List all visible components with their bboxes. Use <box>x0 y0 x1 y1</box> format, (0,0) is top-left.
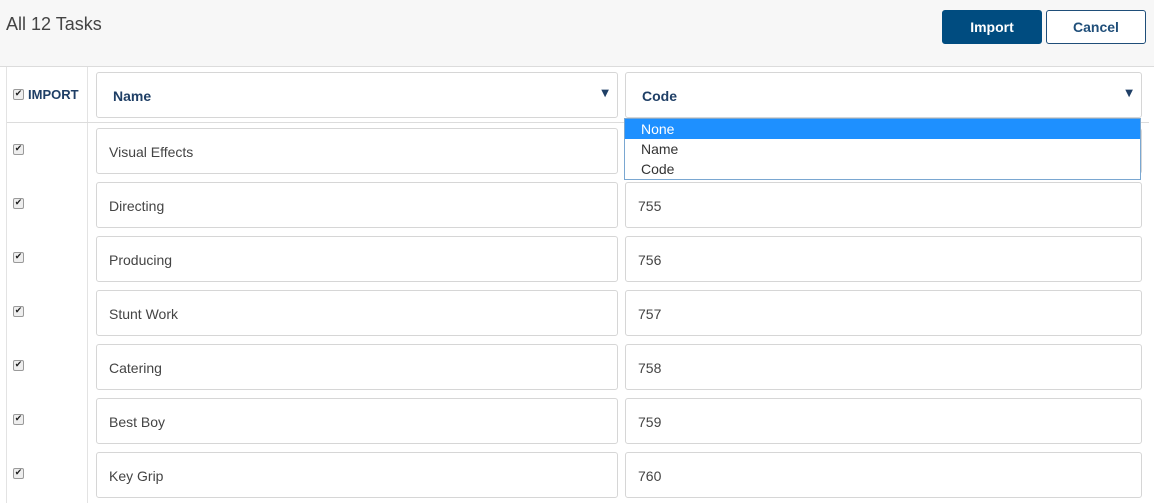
task-code-value: 760 <box>638 468 662 484</box>
dropdown-option-none[interactable]: None <box>625 119 1140 139</box>
check-icon: ✔ <box>14 144 23 154</box>
table-row: ✔ Key Grip 760 <box>7 447 1149 501</box>
task-name-field[interactable]: Stunt Work <box>96 290 618 336</box>
task-code-value: 757 <box>638 306 662 322</box>
table-header: ✔ IMPORT Name ▼ Code ▼ <box>7 67 1149 123</box>
page-title: All 12 Tasks <box>6 14 102 34</box>
task-name-field[interactable]: Best Boy <box>96 398 618 444</box>
code-column-dropdown: None Name Code <box>624 118 1141 180</box>
caret-down-icon: ▼ <box>601 88 609 99</box>
task-code-field[interactable]: 755 <box>625 182 1142 228</box>
task-name-value: Directing <box>109 198 165 214</box>
task-code-field[interactable]: 760 <box>625 452 1142 498</box>
caret-down-icon: ▼ <box>1125 88 1133 99</box>
code-column-select[interactable]: Code ▼ <box>625 72 1142 118</box>
row-checkbox[interactable]: ✔ <box>13 468 24 479</box>
task-name-value: Stunt Work <box>109 306 178 322</box>
row-checkbox[interactable]: ✔ <box>13 198 24 209</box>
task-name-field[interactable]: Visual Effects <box>96 128 618 174</box>
table-row: ✔ Directing 755 <box>7 177 1149 231</box>
task-code-field[interactable]: 758 <box>625 344 1142 390</box>
task-code-field[interactable]: 756 <box>625 236 1142 282</box>
task-name-field[interactable]: Key Grip <box>96 452 618 498</box>
task-name-value: Key Grip <box>109 468 164 484</box>
task-code-value: 756 <box>638 252 662 268</box>
import-button[interactable]: Import <box>942 10 1042 44</box>
row-checkbox[interactable]: ✔ <box>13 252 24 263</box>
check-icon: ✔ <box>14 468 23 478</box>
check-icon: ✔ <box>14 414 23 424</box>
check-icon: ✔ <box>14 360 23 370</box>
name-column-select[interactable]: Name ▼ <box>96 72 618 118</box>
task-code-field[interactable]: 757 <box>625 290 1142 336</box>
row-checkbox[interactable]: ✔ <box>13 360 24 371</box>
task-code-value: 759 <box>638 414 662 430</box>
dropdown-option-code[interactable]: Code <box>625 159 1140 179</box>
task-code-value: 755 <box>638 198 662 214</box>
table-row: ✔ Best Boy 759 <box>7 393 1149 447</box>
select-all-control[interactable]: ✔ IMPORT <box>13 87 79 102</box>
task-code-value: 758 <box>638 360 662 376</box>
toolbar: All 12 Tasks Import Cancel <box>0 0 1154 67</box>
task-name-field[interactable]: Directing <box>96 182 618 228</box>
table-row: ✔ Producing 756 <box>7 231 1149 285</box>
dropdown-option-name[interactable]: Name <box>625 139 1140 159</box>
check-icon: ✔ <box>14 252 23 262</box>
check-icon: ✔ <box>14 89 23 99</box>
task-name-value: Best Boy <box>109 414 166 430</box>
table-row: ✔ Stunt Work 757 <box>7 285 1149 339</box>
task-name-value: Catering <box>109 360 162 376</box>
row-checkbox[interactable]: ✔ <box>13 306 24 317</box>
task-name-field[interactable]: Catering <box>96 344 618 390</box>
task-name-value: Visual Effects <box>109 144 194 160</box>
select-all-checkbox[interactable]: ✔ <box>13 89 24 100</box>
row-checkbox[interactable]: ✔ <box>13 144 24 155</box>
task-name-value: Producing <box>109 252 173 268</box>
task-code-field[interactable]: 759 <box>625 398 1142 444</box>
code-column-select-value: Code <box>642 88 677 104</box>
name-column-select-value: Name <box>113 88 152 104</box>
check-icon: ✔ <box>14 306 23 316</box>
cancel-button[interactable]: Cancel <box>1046 10 1146 44</box>
check-icon: ✔ <box>14 198 23 208</box>
import-column-label: IMPORT <box>28 87 79 102</box>
table-row: ✔ Catering 758 <box>7 339 1149 393</box>
row-checkbox[interactable]: ✔ <box>13 414 24 425</box>
task-name-field[interactable]: Producing <box>96 236 618 282</box>
